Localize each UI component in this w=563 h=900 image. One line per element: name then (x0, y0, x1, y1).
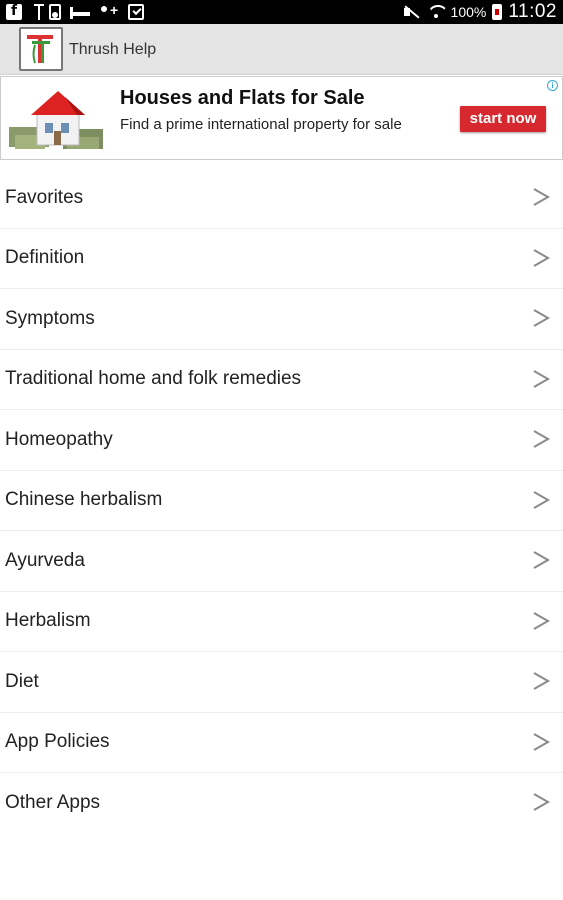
menu-item-ayurveda[interactable]: Ayurveda (0, 531, 563, 592)
battery-icon (492, 4, 503, 20)
menu-item-diet[interactable]: Diet (0, 652, 563, 713)
house-money-image (9, 91, 103, 149)
checkmark-icon (128, 4, 144, 20)
ad-headline[interactable]: Houses and Flats for Sale (120, 87, 365, 110)
notification-icons (6, 2, 144, 20)
chevron-right-icon (533, 732, 551, 751)
ad-banner[interactable]: Houses and Flats for Sale Find a prime i… (0, 76, 563, 160)
ad-description: Find a prime international property for … (120, 116, 402, 133)
menu-item-app-policies[interactable]: App Policies (0, 713, 563, 773)
system-icons: 100% 11:02 (403, 1, 557, 23)
app-logo-icon (27, 35, 53, 64)
menu-item-favorites[interactable]: Favorites (0, 168, 563, 229)
app-bar: Thrush Help (0, 24, 563, 75)
chevron-right-icon (533, 309, 551, 327)
chevron-right-icon (533, 793, 551, 811)
clock: 11:02 (508, 1, 557, 22)
chevron-right-icon (533, 490, 551, 509)
menu-list: Favorites Definition Symptoms Traditiona… (0, 168, 563, 834)
usb-icon (34, 4, 47, 20)
add-person-icon (99, 2, 119, 20)
bed-icon (70, 4, 90, 20)
wifi-icon (427, 3, 445, 21)
app-logo[interactable] (19, 27, 63, 71)
menu-item-label: Symptoms (5, 307, 95, 329)
status-bar: 100% 11:02 (0, 0, 563, 24)
menu-item-label: Traditional home and folk remedies (5, 368, 302, 390)
menu-item-label: Herbalism (5, 610, 91, 632)
menu-item-other-apps[interactable]: Other Apps (0, 773, 563, 834)
facebook-icon (6, 3, 22, 20)
mute-icon (403, 4, 421, 20)
menu-item-label: App Policies (5, 731, 110, 753)
chevron-right-icon (533, 248, 551, 267)
ad-info-icon[interactable]: i (547, 80, 558, 91)
chevron-right-icon (533, 672, 551, 690)
menu-item-definition[interactable]: Definition (0, 229, 563, 289)
menu-item-label: Other Apps (5, 792, 101, 814)
phone-icon (49, 4, 61, 20)
chevron-right-icon (533, 611, 551, 630)
app-title: Thrush Help (69, 41, 157, 58)
menu-item-label: Diet (5, 670, 39, 692)
menu-item-homeopathy[interactable]: Homeopathy (0, 410, 563, 471)
battery-percent: 100% (450, 4, 487, 20)
menu-item-label: Definition (5, 247, 85, 269)
menu-item-label: Favorites (5, 186, 84, 208)
menu-item-herbalism[interactable]: Herbalism (0, 592, 563, 652)
menu-item-symptoms[interactable]: Symptoms (0, 289, 563, 350)
chevron-right-icon (533, 551, 551, 569)
menu-item-traditional-remedies[interactable]: Traditional home and folk remedies (0, 350, 563, 410)
ad-start-now-button[interactable]: start now (460, 106, 546, 132)
menu-item-chinese-herbalism[interactable]: Chinese herbalism (0, 471, 563, 531)
chevron-right-icon (533, 188, 551, 206)
menu-item-label: Ayurveda (5, 549, 85, 571)
chevron-right-icon (533, 369, 551, 388)
chevron-right-icon (533, 430, 551, 448)
menu-item-label: Homeopathy (5, 428, 113, 450)
menu-item-label: Chinese herbalism (5, 489, 163, 511)
